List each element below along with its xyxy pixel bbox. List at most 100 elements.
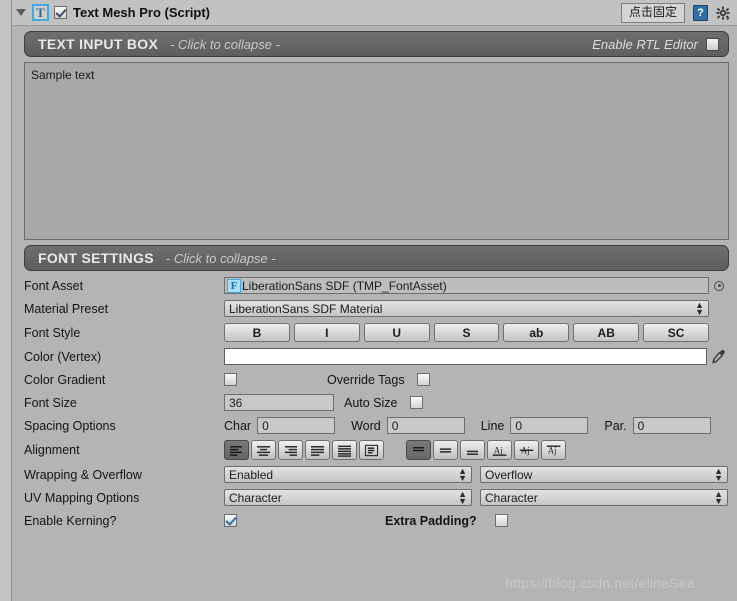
row-font-asset: Font Asset F LiberationSans SDF (TMP_Fon… xyxy=(24,274,729,297)
align-geometry-button[interactable] xyxy=(359,440,384,460)
align-midline-button[interactable]: Aj xyxy=(514,440,539,460)
color-gradient-label: Color Gradient xyxy=(24,372,106,387)
row-spacing-options: Spacing Options Char 0 Word 0 Line 0 Par… xyxy=(24,414,729,437)
align-baseline-button[interactable]: Aj xyxy=(487,440,512,460)
row-alignment: Alignment Aj Aj Aj xyxy=(24,437,729,463)
align-middle-button[interactable] xyxy=(433,440,458,460)
chevron-updown-icon: ▲ ▼ xyxy=(714,466,723,483)
text-input-value: Sample text xyxy=(31,68,95,82)
spacing-char-input[interactable]: 0 xyxy=(257,417,336,434)
uv-horizontal-dropdown[interactable]: Character ▲ ▼ xyxy=(224,489,472,506)
font-style-lowercase-button[interactable]: ab xyxy=(503,323,570,342)
font-asset-object-field[interactable]: F LiberationSans SDF (TMP_FontAsset) xyxy=(224,277,709,294)
align-justified-button[interactable] xyxy=(305,440,330,460)
enable-rtl-editor-checkbox[interactable] xyxy=(706,37,719,51)
font-settings-rows: Font Asset F LiberationSans SDF (TMP_Fon… xyxy=(12,271,737,532)
font-asset-icon: F xyxy=(227,278,241,293)
row-material-preset: Material Preset LiberationSans SDF Mater… xyxy=(24,297,729,320)
color-vertex-label: Color (Vertex) xyxy=(24,349,102,364)
text-input-box-section-header[interactable]: TEXT INPUT BOX - Click to collapse - Ena… xyxy=(24,31,729,57)
font-settings-hint: - Click to collapse - xyxy=(165,250,276,266)
wrapping-value: Enabled xyxy=(229,467,274,482)
inspector-panel: T Text Mesh Pro (Script) 点击固定 ? TEXT INP… xyxy=(12,0,737,601)
uv-vertical-dropdown[interactable]: Character ▲ ▼ xyxy=(480,489,728,506)
extra-padding-checkbox[interactable] xyxy=(494,514,508,527)
font-size-label: Font Size xyxy=(24,395,77,410)
align-left-button[interactable] xyxy=(224,440,249,460)
spacing-line-input[interactable]: 0 xyxy=(510,417,589,434)
uv-horizontal-value: Character xyxy=(229,490,282,505)
font-style-strikethrough-button[interactable]: S xyxy=(433,323,500,342)
component-header[interactable]: T Text Mesh Pro (Script) 点击固定 ? xyxy=(12,0,737,26)
text-input-box-hint: - Click to collapse - xyxy=(170,36,280,52)
gear-icon[interactable] xyxy=(716,5,731,21)
color-vertex-swatch[interactable] xyxy=(224,348,707,365)
row-uv-mapping: UV Mapping Options Character ▲ ▼ Characte… xyxy=(24,486,729,509)
spacing-line-value: 0 xyxy=(515,418,523,433)
help-icon[interactable]: ? xyxy=(693,5,708,21)
override-tags-label: Override Tags xyxy=(327,372,405,387)
font-style-button-group: B I U S ab AB SC xyxy=(224,323,710,342)
font-style-bold-button[interactable]: B xyxy=(224,323,290,342)
align-bottom-button[interactable] xyxy=(460,440,485,460)
object-picker-icon xyxy=(714,280,724,291)
spacing-line-label: Line xyxy=(480,418,505,433)
uv-vertical-value: Character xyxy=(485,490,538,505)
row-color-vertex: Color (Vertex) xyxy=(24,345,729,368)
font-style-smallcaps-button[interactable]: SC xyxy=(643,323,710,342)
enable-kerning-checkbox[interactable] xyxy=(224,514,237,527)
vertical-alignment-group: Aj Aj Aj xyxy=(406,440,568,460)
row-enable-kerning: Enable Kerning? Extra Padding? xyxy=(24,509,729,532)
overflow-dropdown[interactable]: Overflow ▲ ▼ xyxy=(480,466,728,483)
font-settings-title: FONT SETTINGS xyxy=(38,250,154,266)
foldout-arrow-icon[interactable] xyxy=(16,9,26,16)
chevron-updown-icon: ▲ ▼ xyxy=(458,466,467,483)
wrapping-overflow-label: Wrapping & Overflow xyxy=(24,467,142,482)
override-tags-checkbox[interactable] xyxy=(416,373,430,386)
component-enabled-checkbox[interactable] xyxy=(54,6,67,19)
row-font-style: Font Style B I U S ab AB SC xyxy=(24,320,729,345)
align-capline-button[interactable]: Aj xyxy=(541,440,566,460)
chevron-updown-icon: ▲ ▼ xyxy=(695,300,704,317)
font-asset-value: LiberationSans SDF (TMP_FontAsset) xyxy=(242,278,447,293)
auto-size-label: Auto Size xyxy=(344,395,398,410)
material-preset-dropdown[interactable]: LiberationSans SDF Material ▲ ▼ xyxy=(224,300,709,317)
material-preset-value: LiberationSans SDF Material xyxy=(229,301,383,316)
eyedropper-button[interactable] xyxy=(707,349,729,365)
text-input-box-title: TEXT INPUT BOX xyxy=(38,36,159,52)
overflow-value: Overflow xyxy=(485,467,533,482)
font-size-input[interactable]: 36 xyxy=(224,394,334,411)
extra-padding-label: Extra Padding? xyxy=(385,513,477,528)
align-center-button[interactable] xyxy=(251,440,276,460)
align-flush-button[interactable] xyxy=(332,440,357,460)
font-style-italic-button[interactable]: I xyxy=(293,323,360,342)
alignment-label: Alignment xyxy=(24,443,80,457)
spacing-word-input[interactable]: 0 xyxy=(386,417,465,434)
spacing-par-value: 0 xyxy=(637,418,645,433)
spacing-par-input[interactable]: 0 xyxy=(632,417,711,434)
font-asset-picker-button[interactable] xyxy=(709,280,729,291)
font-style-underline-button[interactable]: U xyxy=(363,323,430,342)
color-gradient-checkbox[interactable] xyxy=(224,373,237,386)
chevron-updown-icon: ▲ ▼ xyxy=(714,489,723,506)
spacing-options-label: Spacing Options xyxy=(24,418,116,433)
enable-rtl-editor-label: Enable RTL Editor xyxy=(592,36,698,52)
spacing-par-label: Par. xyxy=(604,418,627,433)
text-input-textarea[interactable]: Sample text xyxy=(24,62,729,240)
font-style-label: Font Style xyxy=(24,325,81,340)
wrapping-dropdown[interactable]: Enabled ▲ ▼ xyxy=(224,466,472,483)
align-top-button[interactable] xyxy=(406,440,431,460)
horizontal-alignment-group xyxy=(224,440,386,460)
font-settings-section-header[interactable]: FONT SETTINGS - Click to collapse - xyxy=(24,245,729,271)
font-style-uppercase-button[interactable]: AB xyxy=(573,323,640,342)
chevron-updown-icon: ▲ ▼ xyxy=(458,489,467,506)
spacing-char-value: 0 xyxy=(262,418,269,433)
spacing-char-label: Char xyxy=(224,418,252,433)
material-preset-label: Material Preset xyxy=(24,301,109,316)
auto-size-checkbox[interactable] xyxy=(409,396,423,409)
header-right-controls: 点击固定 ? xyxy=(620,0,731,26)
font-asset-label: Font Asset xyxy=(24,278,84,293)
align-right-button[interactable] xyxy=(278,440,303,460)
row-wrapping-overflow: Wrapping & Overflow Enabled ▲ ▼ Overflow … xyxy=(24,463,729,486)
row-color-gradient: Color Gradient Override Tags xyxy=(24,368,729,391)
